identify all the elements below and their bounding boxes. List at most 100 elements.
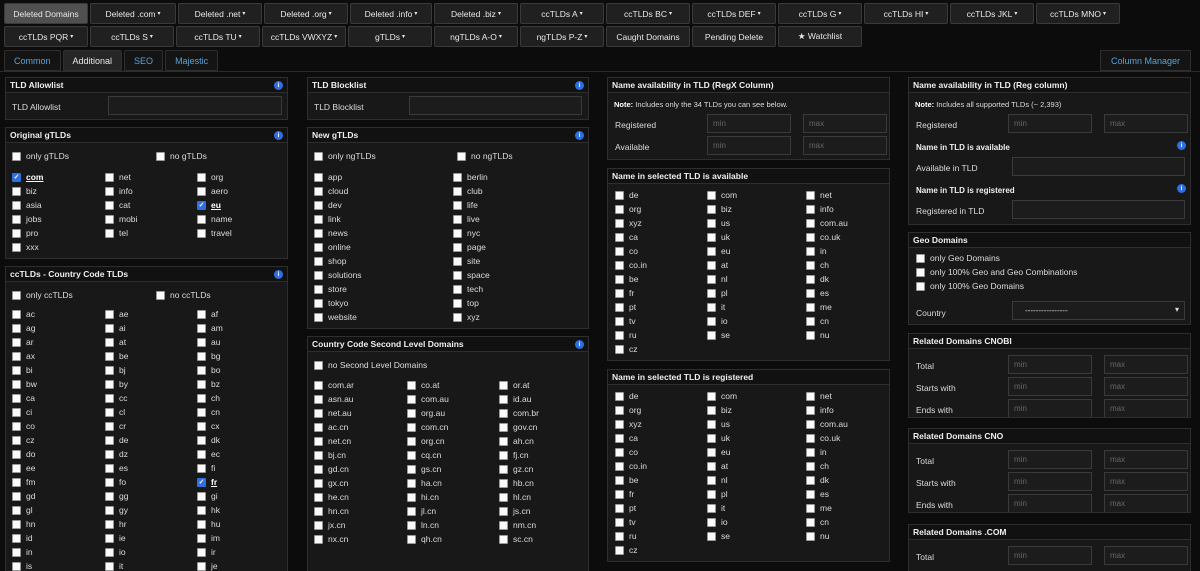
checkbox-icon[interactable] (499, 520, 508, 530)
checkbox-option[interactable]: nyc (453, 228, 480, 238)
checkbox-icon[interactable] (314, 151, 323, 161)
checkbox-icon[interactable] (707, 204, 716, 214)
nav-cctlds-def-button[interactable]: ccTLDs DEF ▾ (692, 3, 776, 24)
checkbox-option[interactable]: fr (615, 489, 634, 499)
checkbox-icon[interactable] (12, 309, 21, 319)
checkbox-icon[interactable] (197, 351, 206, 361)
checkbox-option[interactable]: website (314, 312, 357, 322)
checkbox-option[interactable]: only 100% Geo and Geo Combinations (916, 267, 1077, 277)
checkbox-checked-icon[interactable]: ✓ (197, 477, 206, 487)
checkbox-icon[interactable] (806, 475, 815, 485)
checkbox-icon[interactable] (105, 449, 114, 459)
checkbox-option[interactable]: ch (197, 393, 220, 403)
checkbox-icon[interactable] (314, 534, 323, 544)
checkbox-icon[interactable] (105, 172, 114, 182)
checkbox-icon[interactable] (197, 491, 206, 501)
checkbox-option[interactable]: am (197, 323, 223, 333)
checkbox-option[interactable]: de (615, 190, 638, 200)
registered-max-input[interactable]: max (1104, 114, 1188, 133)
total-min-input[interactable]: min (1008, 450, 1092, 469)
checkbox-option[interactable]: page (453, 242, 486, 252)
checkbox-option[interactable]: bj (105, 365, 126, 375)
checkbox-option[interactable]: us (707, 218, 730, 228)
checkbox-icon[interactable] (806, 461, 815, 471)
checkbox-option[interactable]: no gTLDs (156, 151, 207, 161)
checkbox-option[interactable]: co.in (615, 260, 647, 270)
checkbox-icon[interactable] (314, 422, 323, 432)
checkbox-icon[interactable] (457, 151, 466, 161)
starts-with-max-input[interactable]: max (1104, 377, 1188, 396)
checkbox-option[interactable]: dev (314, 200, 342, 210)
checkbox-icon[interactable] (197, 435, 206, 445)
checkbox-option[interactable]: gx.cn (314, 478, 348, 488)
checkbox-icon[interactable] (197, 463, 206, 473)
checkbox-option[interactable]: co.uk (806, 433, 840, 443)
checkbox-option[interactable]: co (615, 246, 638, 256)
checkbox-icon[interactable] (806, 433, 815, 443)
checkbox-option[interactable]: ac (12, 309, 35, 319)
checkbox-option[interactable]: shop (314, 256, 346, 266)
checkbox-icon[interactable] (707, 288, 716, 298)
checkbox-option[interactable]: net (806, 190, 832, 200)
checkbox-option[interactable]: bj.cn (314, 450, 346, 460)
checkbox-option[interactable]: net (806, 391, 832, 401)
checkbox-icon[interactable] (12, 435, 21, 445)
checkbox-icon[interactable] (806, 274, 815, 284)
checkbox-icon[interactable] (407, 436, 416, 446)
checkbox-icon[interactable] (407, 464, 416, 474)
nav-caught-domains-button[interactable]: Caught Domains (606, 26, 690, 47)
country-select[interactable]: ---------------- ▾ (1012, 301, 1185, 320)
checkbox-icon[interactable] (105, 365, 114, 375)
checkbox-icon[interactable] (197, 421, 206, 431)
checkbox-icon[interactable] (105, 435, 114, 445)
checkbox-icon[interactable] (806, 531, 815, 541)
checkbox-option[interactable]: com.au (806, 419, 848, 429)
checkbox-icon[interactable] (105, 214, 114, 224)
checkbox-icon[interactable] (407, 450, 416, 460)
checkbox-icon[interactable] (314, 450, 323, 460)
checkbox-option[interactable]: only Geo Domains (916, 253, 1000, 263)
checkbox-icon[interactable] (197, 533, 206, 543)
checkbox-icon[interactable] (105, 533, 114, 543)
nav-ngtlds-a-o-button[interactable]: ngTLDs A-O ▾ (434, 26, 518, 47)
checkbox-option[interactable]: gl (12, 505, 33, 515)
checkbox-option[interactable]: net.au (314, 408, 352, 418)
checkbox-option[interactable]: pro (12, 228, 38, 238)
checkbox-icon[interactable] (197, 365, 206, 375)
checkbox-icon[interactable] (105, 477, 114, 487)
checkbox-option[interactable]: in (806, 246, 827, 256)
checkbox-icon[interactable] (615, 316, 624, 326)
info-icon[interactable]: i (575, 131, 584, 140)
checkbox-icon[interactable] (314, 200, 323, 210)
checkbox-option[interactable]: io (707, 517, 728, 527)
checkbox-icon[interactable] (707, 447, 716, 457)
checkbox-icon[interactable] (12, 407, 21, 417)
checkbox-icon[interactable] (12, 228, 21, 238)
checkbox-option[interactable]: gy (105, 505, 128, 515)
checkbox-icon[interactable] (806, 218, 815, 228)
checkbox-option[interactable]: at (707, 461, 728, 471)
checkbox-option[interactable]: space (453, 270, 490, 280)
tab-majestic[interactable]: Majestic (165, 50, 219, 71)
checkbox-option[interactable]: es (806, 489, 829, 499)
checkbox-option[interactable]: ch (806, 260, 829, 270)
checkbox-icon[interactable] (499, 492, 508, 502)
nav-cctlds-a-button[interactable]: ccTLDs A ▾ (520, 3, 604, 24)
checkbox-icon[interactable] (707, 405, 716, 415)
checkbox-icon[interactable] (707, 316, 716, 326)
checkbox-icon[interactable] (615, 475, 624, 485)
checkbox-option[interactable]: app (314, 172, 342, 182)
registered-min-input[interactable]: min (707, 114, 791, 133)
checkbox-icon[interactable] (105, 547, 114, 557)
checkbox-option[interactable]: live (453, 214, 480, 224)
checkbox-option[interactable]: solutions (314, 270, 362, 280)
checkbox-option[interactable]: id.au (499, 394, 531, 404)
checkbox-icon[interactable] (453, 298, 462, 308)
checkbox-option[interactable]: com.br (499, 408, 539, 418)
checkbox-option[interactable]: at (105, 337, 126, 347)
checkbox-option[interactable]: no ccTLDs (156, 290, 211, 300)
checkbox-icon[interactable] (12, 323, 21, 333)
checkbox-icon[interactable] (806, 489, 815, 499)
checkbox-icon[interactable] (615, 503, 624, 513)
checkbox-icon[interactable] (499, 506, 508, 516)
